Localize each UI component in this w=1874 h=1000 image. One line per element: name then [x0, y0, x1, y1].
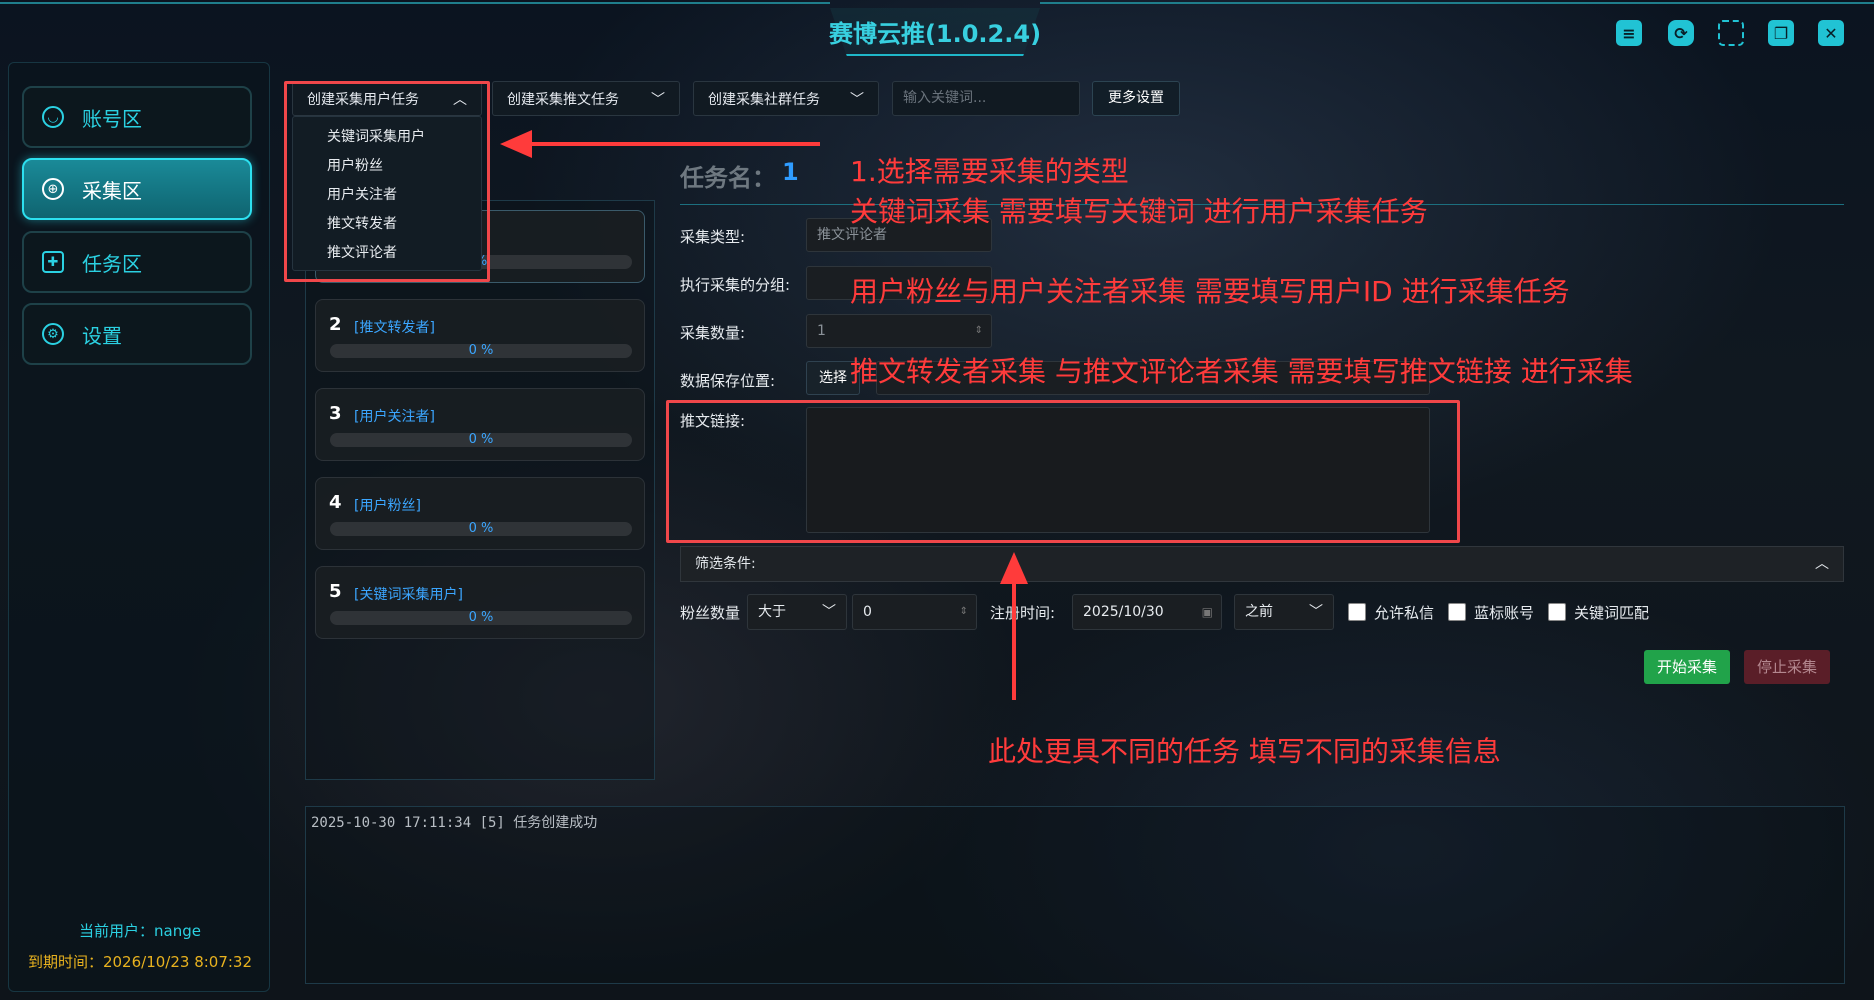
collect-count-label: 采集数量: [680, 324, 746, 342]
stepper-arrows-icon: ⇕ [974, 325, 983, 336]
annotation-tweet-link: 推文转发者采集 与推文评论者采集 需要填写推文链接 进行采集 [850, 355, 1633, 388]
fans-count-label: 粉丝数量 [680, 604, 741, 622]
filter-title: 筛选条件: [695, 556, 756, 572]
fans-operator-value: 大于 [758, 604, 786, 620]
task-type: [推文转发者] [354, 320, 435, 336]
task-number: 3 [329, 403, 342, 424]
sidebar-item-task[interactable]: ✚ 任务区 [22, 231, 252, 293]
more-settings-button[interactable]: 更多设置 [1092, 81, 1180, 116]
keyword-match-label: 关键词匹配 [1574, 604, 1650, 622]
task-type: [关键词采集用户] [354, 587, 463, 603]
start-collect-button[interactable]: 开始采集 [1644, 650, 1730, 684]
create-group-task-dropdown[interactable]: 创建采集社群任务 ﹀ [693, 81, 879, 116]
verified-checkbox[interactable] [1448, 603, 1466, 621]
fans-count-value: 0 [863, 604, 872, 620]
log-line: 2025-10-30 17:11:34 [5] 任务创建成功 [311, 815, 598, 831]
sidebar-item-label: 设置 [82, 323, 122, 348]
sidebar-item-account[interactable]: ◡ 账号区 [22, 86, 252, 148]
gear-icon: ⚙ [42, 323, 64, 345]
stepper-arrows-icon: ⇕ [959, 606, 968, 617]
task-card[interactable]: 5 [关键词采集用户] 0 % [315, 566, 645, 639]
chevron-up-icon: ︿ [1815, 556, 1829, 572]
window-title: 赛博云推(1.0.2.4) [828, 20, 1042, 48]
sidebar-item-label: 采集区 [82, 178, 142, 203]
task-type: [用户关注者] [354, 409, 435, 425]
globe-icon: ⊕ [42, 178, 64, 200]
user-icon: ◡ [42, 106, 64, 128]
save-location-label: 数据保存位置: [680, 372, 776, 390]
annotation-user-id: 用户粉丝与用户关注者采集 需要填写用户ID 进行采集任务 [850, 275, 1570, 308]
create-tweet-task-dropdown[interactable]: 创建采集推文任务 ﹀ [492, 81, 680, 116]
register-operator-value: 之前 [1245, 604, 1273, 620]
task-card[interactable]: 3 [用户关注者] 0 % [315, 388, 645, 461]
chevron-down-icon: ﹀ [651, 91, 665, 108]
chevron-down-icon: ﹀ [1309, 604, 1323, 620]
close-icon[interactable]: ✕ [1818, 20, 1844, 46]
create-group-task-label: 创建采集社群任务 [708, 91, 820, 108]
task-progress-bar: 0 % [330, 611, 632, 625]
keyword-input[interactable]: 输入关键词... [892, 81, 1080, 116]
task-number: 4 [329, 492, 342, 513]
register-date-picker[interactable]: 2025/10/30 ▣ [1072, 594, 1222, 630]
chevron-down-icon: ﹀ [822, 604, 836, 620]
database-icon[interactable]: ≡ [1616, 20, 1642, 46]
log-panel [305, 806, 1845, 984]
task-type: [用户粉丝] [354, 498, 421, 514]
annotation-keyword: 关键词采集 需要填写关键词 进行用户采集任务 [850, 195, 1428, 228]
annotation-fill-info: 此处更具不同的任务 填写不同的采集信息 [988, 735, 1501, 768]
annotation-highlight-box [284, 81, 490, 282]
task-number: 5 [329, 581, 342, 602]
register-time-label: 注册时间: [990, 604, 1056, 622]
task-progress-bar: 0 % [330, 522, 632, 536]
expire-time: 到期时间：2026/10/23 8:07:32 [27, 953, 253, 971]
task-progress-bar: 0 % [330, 433, 632, 447]
task-name-label: 任务名： [680, 164, 776, 192]
stop-collect-button[interactable]: 停止采集 [1744, 650, 1830, 684]
task-name-value: 1 [782, 158, 799, 186]
fans-operator-select[interactable]: 大于 ﹀ [747, 594, 847, 630]
task-card[interactable]: 2 [推文转发者] 0 % [315, 299, 645, 372]
chevron-down-icon: ﹀ [850, 91, 864, 108]
restore-icon[interactable]: ❐ [1768, 20, 1794, 46]
task-progress-text: 0 % [468, 521, 494, 536]
fans-count-stepper[interactable]: 0 ⇕ [852, 594, 977, 630]
create-tweet-task-label: 创建采集推文任务 [507, 91, 619, 108]
task-progress-text: 0 % [468, 610, 494, 625]
title-divider-left [0, 2, 830, 4]
allow-dm-checkbox[interactable] [1348, 603, 1366, 621]
sidebar-item-label: 账号区 [82, 106, 142, 131]
register-operator-select[interactable]: 之前 ﹀ [1234, 594, 1334, 630]
refresh-icon[interactable]: ⟳ [1668, 20, 1694, 46]
title-divider-right [1040, 2, 1874, 4]
current-user: 当前用户：nange [79, 922, 201, 940]
annotation-step1: 1.选择需要采集的类型 [850, 155, 1129, 188]
puzzle-icon: ✚ [42, 251, 64, 273]
expand-icon[interactable] [1718, 20, 1744, 46]
calendar-icon: ▣ [1201, 605, 1213, 619]
sidebar-item-settings[interactable]: ⚙ 设置 [22, 303, 252, 365]
verified-label: 蓝标账号 [1474, 604, 1535, 622]
allow-dm-label: 允许私信 [1374, 604, 1435, 622]
annotation-highlight-box [666, 400, 1460, 543]
register-date-value: 2025/10/30 [1083, 604, 1164, 620]
task-progress-text: 0 % [468, 432, 494, 447]
arrowhead-left [500, 130, 532, 158]
keyword-match-checkbox[interactable] [1548, 603, 1566, 621]
collect-count-stepper[interactable]: 1 ⇕ [806, 314, 992, 348]
task-progress-bar: 0 % [330, 344, 632, 358]
collect-count-value: 1 [817, 323, 826, 339]
filter-header[interactable]: 筛选条件: ︿ [680, 546, 1844, 582]
sidebar-item-label: 任务区 [82, 251, 142, 276]
collect-type-label: 采集类型: [680, 228, 746, 246]
group-label: 执行采集的分组: [680, 276, 791, 294]
task-card[interactable]: 4 [用户粉丝] 0 % [315, 477, 645, 550]
sidebar-item-collect[interactable]: ⊕ 采集区 [22, 158, 252, 220]
task-progress-text: 0 % [468, 343, 494, 358]
task-number: 2 [329, 314, 342, 335]
